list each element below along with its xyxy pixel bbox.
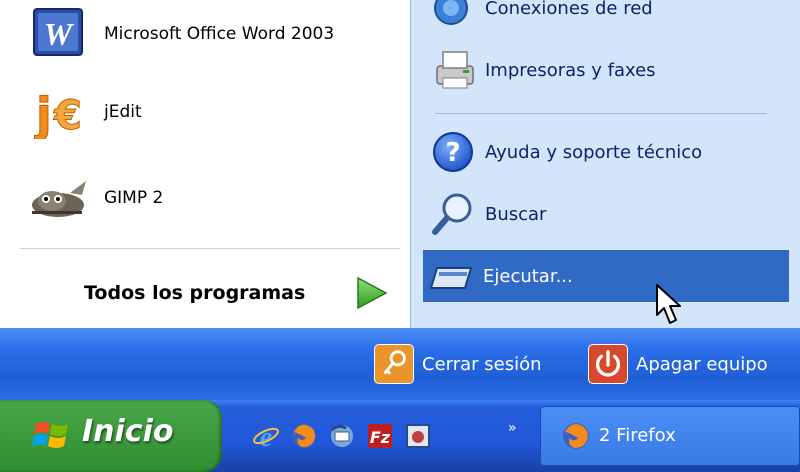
svg-text:?: ? xyxy=(445,138,460,168)
place-item-run[interactable]: Ejecutar... xyxy=(423,250,789,302)
help-icon: ? xyxy=(433,132,473,172)
program-item-jedit[interactable]: j € jEdit xyxy=(24,84,404,140)
taskbar-button-label: 2 Firefox xyxy=(599,425,676,446)
jedit-icon: j € xyxy=(34,88,83,140)
place-item-help[interactable]: ? Ayuda y soporte técnico xyxy=(425,128,785,176)
place-label: Ejecutar... xyxy=(483,265,573,287)
program-label: GIMP 2 xyxy=(104,188,164,208)
firefox-icon xyxy=(563,423,589,449)
start-menu-left-pane: W Microsoft Office Word 2003 j € jEdit G… xyxy=(0,0,410,328)
taskbar-button-firefox[interactable]: 2 Firefox xyxy=(540,406,800,466)
thunderbird-icon[interactable] xyxy=(328,422,356,450)
all-programs-button[interactable]: Todos los programas xyxy=(0,262,410,324)
place-label: Buscar xyxy=(485,203,547,225)
program-label: Microsoft Office Word 2003 xyxy=(104,24,335,44)
quicklaunch-chevron[interactable]: » xyxy=(508,420,517,436)
mouse-cursor-icon xyxy=(656,284,681,324)
svg-text:€: € xyxy=(53,93,82,139)
power-icon xyxy=(588,344,628,384)
gimp-icon xyxy=(32,181,86,217)
svg-text:W: W xyxy=(44,16,75,52)
windows-flag-icon xyxy=(32,422,68,448)
run-icon xyxy=(429,267,473,289)
separator xyxy=(20,248,400,249)
ie-icon[interactable]: e xyxy=(252,422,280,450)
program-label: jEdit xyxy=(104,102,142,122)
shutdown-button[interactable]: Apagar equipo xyxy=(588,344,798,384)
place-label: Conexiones de red xyxy=(485,0,653,19)
printer-icon xyxy=(436,51,474,89)
logoff-label: Cerrar sesión xyxy=(422,354,542,375)
green-arrow-icon xyxy=(357,276,388,310)
key-icon xyxy=(374,344,414,384)
filezilla-icon[interactable]: Fz xyxy=(366,422,394,450)
start-label: Inicio xyxy=(82,414,174,449)
place-label: Impresoras y faxes xyxy=(485,59,656,81)
shutdown-label: Apagar equipo xyxy=(636,354,768,375)
network-icon xyxy=(434,0,468,25)
place-item-printers[interactable]: Impresoras y faxes xyxy=(425,46,785,94)
program-item-word[interactable]: W Microsoft Office Word 2003 xyxy=(24,6,404,62)
firefox-icon[interactable] xyxy=(290,422,318,450)
svg-text:e: e xyxy=(260,422,272,450)
all-programs-label: Todos los programas xyxy=(84,282,306,304)
place-label: Ayuda y soporte técnico xyxy=(485,141,703,163)
place-item-search[interactable]: Buscar xyxy=(425,190,785,238)
svg-text:j: j xyxy=(34,88,52,139)
taskbar: Inicio e Fz » 2 Firefox xyxy=(0,400,800,472)
search-icon xyxy=(432,193,472,235)
start-menu-right-pane: Conexiones de red Impresoras y faxes ? A… xyxy=(410,0,800,328)
start-button[interactable]: Inicio xyxy=(0,400,222,472)
place-item-network[interactable]: Conexiones de red xyxy=(425,0,785,32)
svg-text:Fz: Fz xyxy=(370,428,391,447)
separator xyxy=(435,113,767,114)
program-item-gimp[interactable]: GIMP 2 xyxy=(24,170,404,226)
logoff-button[interactable]: Cerrar sesión xyxy=(374,344,574,384)
start-menu-footer: Cerrar sesión Apagar equipo xyxy=(0,328,800,400)
app-icon[interactable] xyxy=(404,422,432,450)
word-icon: W xyxy=(33,8,83,56)
